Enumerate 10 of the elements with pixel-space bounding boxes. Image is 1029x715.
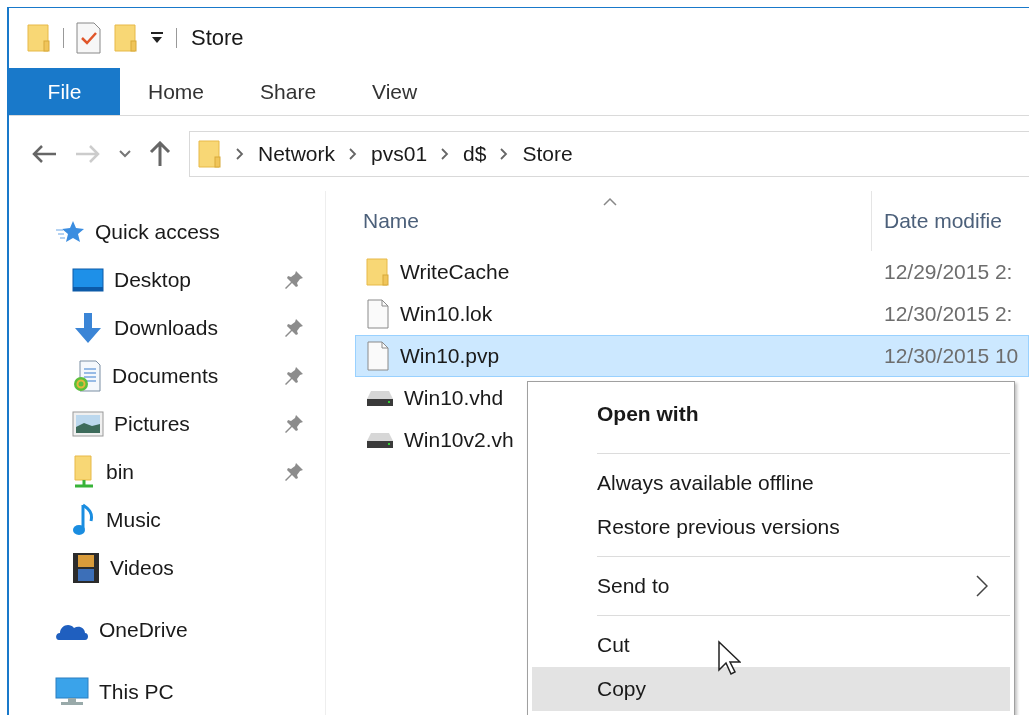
file-name: WriteCache xyxy=(400,260,510,284)
menu-label: Send to xyxy=(597,574,671,598)
window-title: Store xyxy=(191,25,244,51)
file-name: Win10.pvp xyxy=(400,344,500,368)
date-text: 12/30/2015 2: xyxy=(883,302,1013,326)
file-name: Win10.vhd xyxy=(404,386,504,410)
date-text: 12/30/2015 10 xyxy=(883,344,1019,368)
file-name: Win10.lok xyxy=(400,302,493,326)
date-text: 12/29/2015 2: xyxy=(883,260,1013,284)
file-name: Win10v2.vh xyxy=(404,428,514,452)
